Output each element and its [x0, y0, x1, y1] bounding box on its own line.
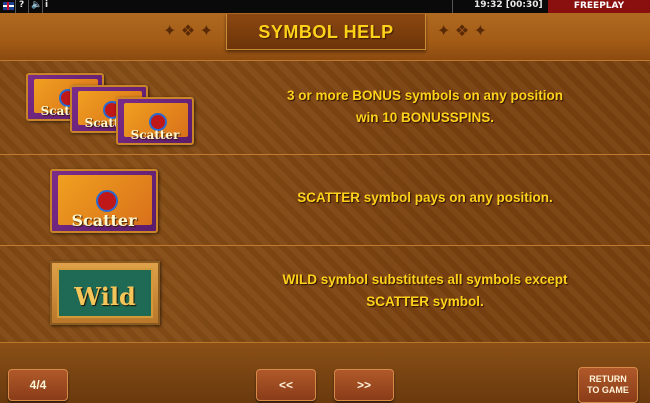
ornament-right-icon: ✦ ❖ ✦ [436, 23, 488, 40]
page-title: SYMBOL HELP [258, 22, 394, 42]
page-indicator: 4/4 [8, 369, 68, 401]
symbol-row-bonus: Scatter Scatter Scatter 3 or more BONUS … [0, 60, 650, 154]
divider [452, 0, 453, 13]
help-header: ✦ ❖ ✦ SYMBOL HELP ✦ ❖ ✦ [0, 13, 650, 60]
row-description: SCATTER symbol pays on any position. [200, 187, 650, 209]
row-description: WILD symbol substitutes all symbols exce… [200, 269, 650, 313]
freeplay-badge: FREEPLAY [548, 0, 650, 13]
description-line: SCATTER symbol pays on any position. [297, 190, 553, 205]
info-button[interactable]: i [45, 0, 48, 10]
status-bar: ? 🔈 i 19:32 [00:30] FREEPLAY [0, 0, 650, 13]
description-line: win 10 BONUSSPINS. [355, 110, 495, 125]
help-button[interactable]: ? [19, 0, 24, 10]
previous-page-button[interactable]: << [256, 369, 316, 401]
divider [42, 0, 43, 13]
symbol-label: Scatter [71, 211, 137, 230]
divider [28, 0, 29, 13]
symbol-label: Scatter [130, 128, 180, 142]
description-line: SCATTER symbol. [366, 294, 484, 309]
description-line: WILD symbol substitutes all symbols exce… [282, 272, 568, 287]
speaker-icon[interactable]: 🔈 [31, 0, 42, 10]
scatter-symbol-icon: Scatter [50, 169, 158, 233]
divider [15, 0, 16, 13]
wild-symbol-icon: Wild [50, 261, 160, 325]
symbol-row-scatter: Scatter SCATTER symbol pays on any posit… [0, 154, 650, 245]
row-description: 3 or more BONUS symbols on any position … [200, 85, 650, 129]
button-label: TO GAME [587, 385, 629, 395]
title-panel: SYMBOL HELP [226, 14, 426, 50]
description-line: 3 or more BONUS symbols on any position [286, 88, 564, 103]
clock-display: 19:32 [00:30] [474, 0, 543, 10]
language-flag-icon[interactable] [3, 2, 14, 10]
bonus-symbol-icon: Scatter [116, 97, 194, 145]
button-label: RETURN [589, 374, 627, 384]
return-to-game-button[interactable]: RETURN TO GAME [578, 367, 638, 403]
help-footer: 4/4 << >> RETURN TO GAME [0, 342, 650, 403]
next-page-button[interactable]: >> [334, 369, 394, 401]
symbol-label: Wild [74, 282, 136, 311]
ornament-left-icon: ✦ ❖ ✦ [162, 23, 214, 40]
